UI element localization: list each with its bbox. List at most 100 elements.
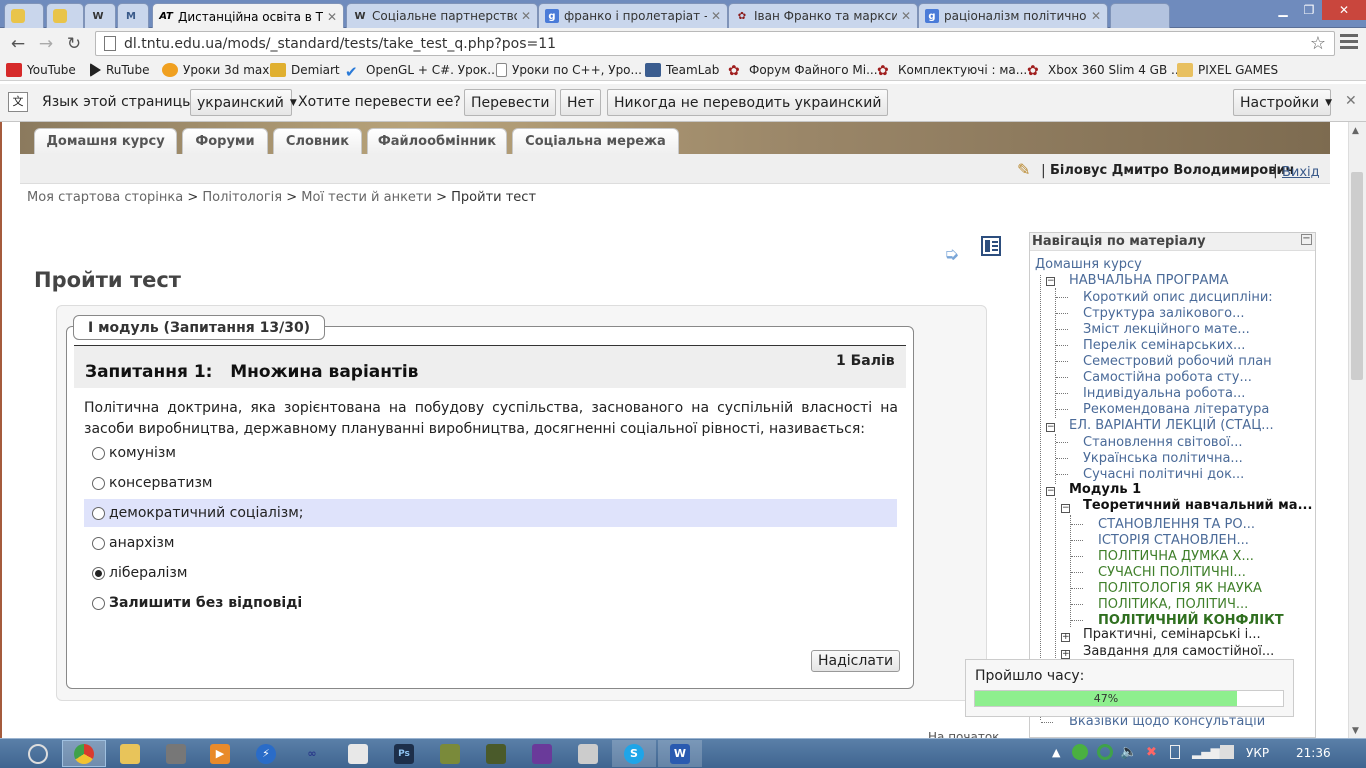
bookmark-xbox[interactable]: ✿ Xbox 360 Slim 4 GB ... <box>1027 61 1182 79</box>
nav-item[interactable]: Сучасні політичні док... <box>1083 467 1244 483</box>
taskbar-photoshop[interactable]: Ps <box>382 740 426 767</box>
new-tab-button[interactable] <box>1110 3 1170 28</box>
pinned-tab-3[interactable]: W <box>84 3 116 28</box>
taskbar-chrome[interactable] <box>62 740 106 767</box>
breadcrumb-link[interactable]: Мої тести й анкети <box>301 190 432 205</box>
minimize-icon[interactable]: ▁ <box>1270 0 1296 20</box>
nav-item[interactable]: Індивідуальна робота... <box>1083 386 1245 402</box>
close-icon[interactable]: ✕ <box>901 9 911 23</box>
close-icon[interactable]: ✕ <box>1345 93 1357 109</box>
breadcrumb-link[interactable]: Моя стартова сторінка <box>27 190 183 205</box>
answer-option[interactable]: анархізм <box>84 529 897 557</box>
nav-item[interactable]: Завдання для самостійної... <box>1083 644 1274 660</box>
nav-item[interactable]: Рекомендована література <box>1083 402 1269 418</box>
nav-item[interactable]: Семестровий робочий план <box>1083 354 1272 370</box>
bookmark-youtube[interactable]: YouTube <box>6 61 76 79</box>
tray-app-icon[interactable] <box>1097 744 1113 760</box>
scroll-up-icon[interactable]: ▲ <box>1352 126 1359 136</box>
nav-item[interactable]: Становлення світової... <box>1083 435 1243 451</box>
tab-file-exchange[interactable]: Файлообмінник <box>367 128 507 154</box>
nav-item[interactable]: СУЧАСНІ ПОЛІТИЧНІ... <box>1098 565 1246 581</box>
bookmark-components[interactable]: ✿ Комплектуючі : ма... <box>877 61 1027 79</box>
expand-box-icon[interactable]: + <box>1061 633 1070 642</box>
never-translate-button[interactable]: Никогда не переводить украинский <box>607 89 889 116</box>
collapse-box-icon[interactable]: − <box>1046 423 1055 432</box>
collapse-box-icon[interactable]: − <box>1046 277 1055 286</box>
logout-link[interactable]: Вихід <box>1282 165 1320 180</box>
nav-item-current-module[interactable]: Модуль 1 <box>1069 482 1141 498</box>
pinned-tab-1[interactable] <box>4 3 44 28</box>
taskbar-media[interactable]: ▶ <box>198 740 242 767</box>
side-menu-icon[interactable] <box>981 236 1001 256</box>
nav-item[interactable]: ІСТОРІЯ СТАНОВЛЕН... <box>1098 533 1249 549</box>
nav-item[interactable]: Практичні, семінарські і... <box>1083 627 1261 643</box>
tray-expand-icon[interactable]: ▲ <box>1052 746 1060 759</box>
answer-option[interactable]: демократичний соціалізм; <box>84 499 897 527</box>
taskbar-app[interactable] <box>428 740 472 767</box>
nav-item[interactable]: Короткий опис дисципліни: <box>1083 290 1273 306</box>
back-arrow-icon[interactable]: ← <box>6 32 30 56</box>
tray-shield-icon[interactable] <box>1072 744 1088 760</box>
taskbar-word[interactable]: W <box>658 740 702 767</box>
nav-item[interactable]: НАВЧАЛЬНА ПРОГРАМА <box>1069 273 1229 289</box>
taskbar-visual-studio[interactable] <box>520 740 564 767</box>
nav-item[interactable]: Перелік семінарських... <box>1083 338 1245 354</box>
taskbar-app[interactable]: ∞ <box>290 740 334 767</box>
nav-item[interactable]: ПОЛІТИЧНА ДУМКА Х... <box>1098 549 1254 565</box>
forward-arrow-icon[interactable]: → <box>34 32 58 56</box>
pinned-tab-2[interactable] <box>46 3 84 28</box>
tab-social-network[interactable]: Соціальна мережа <box>512 128 679 154</box>
nav-item[interactable]: ЕЛ. ВАРІАНТИ ЛЕКЦІЙ (СТАЦ... <box>1069 418 1274 434</box>
language-select[interactable]: украинский ▼ <box>190 89 297 116</box>
start-button[interactable] <box>16 740 60 767</box>
close-window-icon[interactable]: ✕ <box>1322 0 1366 20</box>
collapse-box-icon[interactable]: − <box>1061 504 1070 513</box>
close-icon[interactable]: ✕ <box>1091 9 1101 23</box>
answer-option-skip[interactable]: Залишити без відповіді <box>84 589 897 617</box>
maximize-icon[interactable]: ❐ <box>1296 0 1322 20</box>
close-icon[interactable]: ✕ <box>521 9 531 23</box>
network-warning-icon[interactable]: ✖ <box>1146 745 1157 760</box>
bookmark-forum[interactable]: ✿ Форум Файного Мі... <box>728 61 878 79</box>
no-button[interactable]: Нет <box>560 89 602 116</box>
tab-active[interactable]: AT Дистанційна освіта в ТНТ ✕ <box>152 3 344 29</box>
expand-box-icon[interactable]: + <box>1061 650 1070 659</box>
keyboard-language[interactable]: УКР <box>1246 746 1269 760</box>
radio-button-selected[interactable] <box>92 566 105 580</box>
collapse-box-icon[interactable]: − <box>1046 487 1055 496</box>
reload-icon[interactable]: ↻ <box>62 32 86 56</box>
translate-button[interactable]: Перевести <box>464 89 557 116</box>
answer-option[interactable]: консерватизм <box>84 469 897 497</box>
tab-glossary[interactable]: Словник <box>273 128 362 154</box>
bookmark-3dmax[interactable]: Уроки 3d max <box>162 61 269 79</box>
signal-icon[interactable]: ▂▄▆ <box>1192 745 1220 759</box>
bookmark-opengl[interactable]: ✔ OpenGL + C#. Урок... <box>345 61 499 81</box>
tab-item[interactable]: ✿ Іван Франко та марксизм ✕ <box>728 3 918 28</box>
submit-button[interactable]: Надіслати <box>811 650 901 672</box>
nav-item[interactable]: Теоретичний навчальний ма... <box>1083 498 1312 514</box>
star-icon[interactable]: ☆ <box>1310 33 1326 54</box>
scroll-down-icon[interactable]: ▼ <box>1352 726 1359 736</box>
taskbar-app[interactable] <box>154 740 198 767</box>
answer-option[interactable]: лібералізм <box>84 559 897 587</box>
radio-button[interactable] <box>92 446 105 460</box>
top-link[interactable]: На початок <box>928 730 999 738</box>
breadcrumb-link[interactable]: Політологія <box>202 190 282 205</box>
taskbar-app[interactable]: ⚡ <box>244 740 288 767</box>
close-icon[interactable]: ✕ <box>711 9 721 23</box>
address-bar[interactable]: dl.tntu.edu.ua/mods/_standard/tests/take… <box>95 31 1335 56</box>
tab-forums[interactable]: Форуми <box>182 128 268 154</box>
nav-item[interactable]: Зміст лекційного мате... <box>1083 322 1250 338</box>
radio-button[interactable] <box>92 506 105 520</box>
taskbar-app[interactable] <box>336 740 380 767</box>
tab-item[interactable]: W Соціальне партнерство – ✕ <box>346 3 538 28</box>
tab-item[interactable]: g франко і пролетаріат - По ✕ <box>538 3 728 28</box>
bookmark-pixelgames[interactable]: PIXEL GAMES <box>1177 61 1278 79</box>
nav-home-link[interactable]: Домашня курсу <box>1035 257 1142 273</box>
bookmark-teamlab[interactable]: TeamLab <box>645 61 719 79</box>
nav-item[interactable]: Структура залікового... <box>1083 306 1244 322</box>
radio-button[interactable] <box>92 596 105 610</box>
taskbar-calculator[interactable] <box>566 740 610 767</box>
taskbar-skype[interactable]: S <box>612 740 656 767</box>
nav-item[interactable]: СТАНОВЛЕННЯ ТА РО... <box>1098 517 1255 533</box>
